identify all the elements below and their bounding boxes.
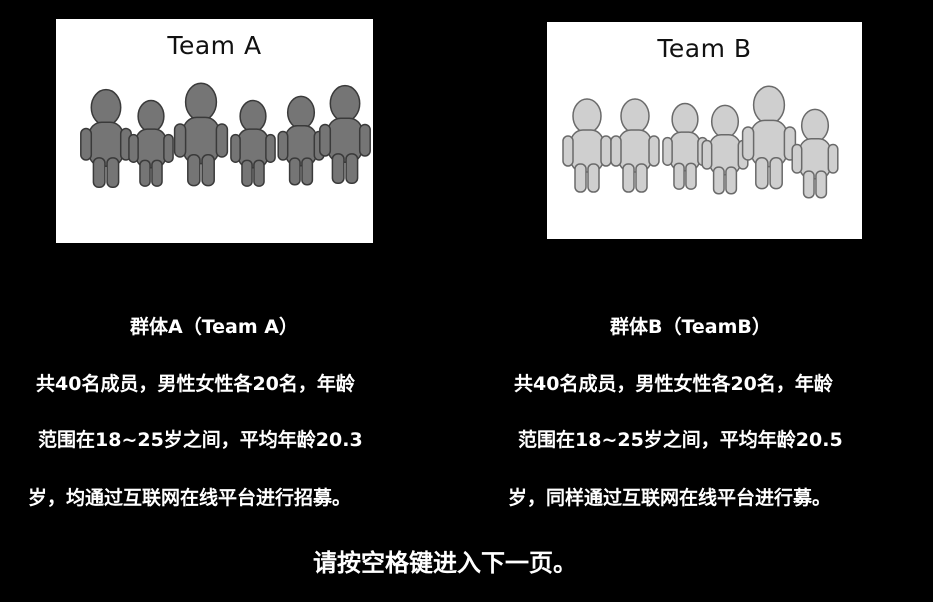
team-a-line-1: 共40名成员，男性女性各20名，年龄 — [36, 373, 355, 395]
team-b-line-3: 岁，同样通过互联网在线平台进行募。 — [508, 487, 832, 509]
team-a-figures — [80, 82, 371, 189]
team-a-figure-4 — [230, 99, 276, 187]
team-a-line-3: 岁，均通过互联网在线平台进行招募。 — [28, 487, 352, 509]
team-b-figure-6 — [791, 108, 839, 199]
team-a-figure-3 — [173, 82, 229, 187]
team-a-line-2: 范围在18~25岁之间，平均年龄20.3 — [38, 429, 363, 451]
team-a-figure-5 — [277, 95, 325, 186]
team-a-image: Team A — [56, 19, 373, 243]
team-b-figure-4 — [701, 104, 749, 195]
team-b-figure-2 — [610, 98, 660, 193]
team-a-figure-6 — [319, 84, 371, 185]
team-b-figure-1 — [562, 98, 612, 193]
team-b-line-2: 范围在18~25岁之间，平均年龄20.5 — [518, 429, 843, 451]
team-b-line-1: 共40名成员，男性女性各20名，年龄 — [514, 373, 833, 395]
team-b-figure-5 — [741, 85, 797, 190]
continue-prompt: 请按空格键进入下一页。 — [313, 549, 577, 577]
team-a-figure-2 — [128, 99, 174, 187]
experiment-screen: Team A Team B 群体A（Team A） 共40名成员，男性女性各20… — [0, 0, 933, 602]
team-a-figure-1 — [80, 88, 132, 189]
team-a-heading: 群体A（Team A） — [130, 316, 298, 338]
team-b-image: Team B — [547, 22, 862, 239]
team-b-heading: 群体B（TeamB） — [610, 316, 771, 338]
team-b-figure-3 — [662, 102, 708, 190]
team-b-figures — [562, 85, 839, 199]
